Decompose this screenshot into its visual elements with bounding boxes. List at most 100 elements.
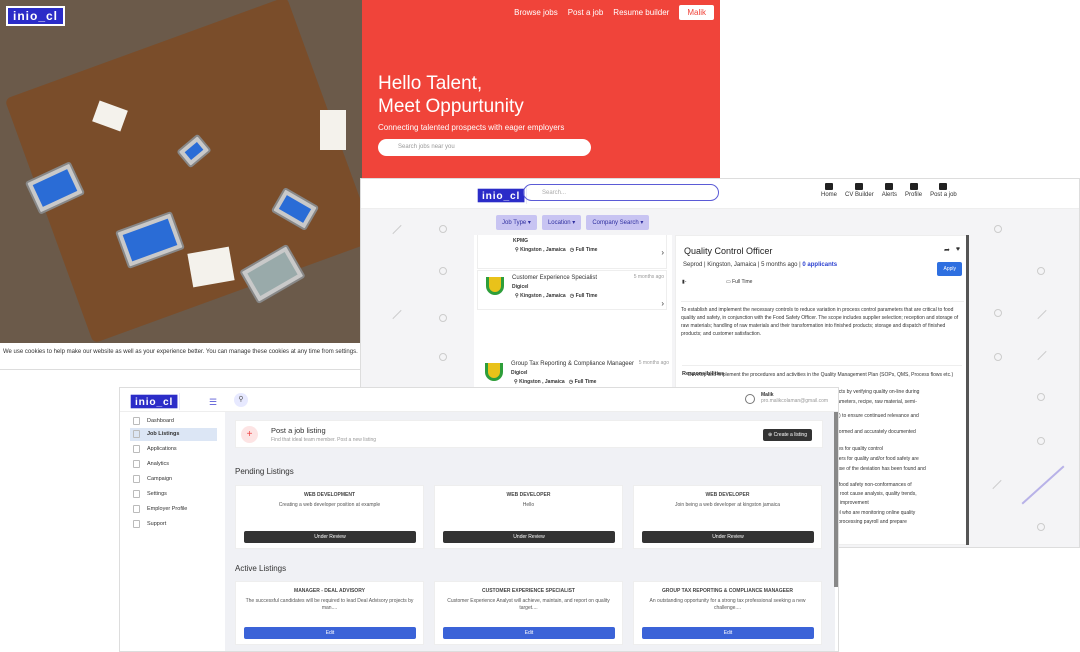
job-detail-meta: Seprod | Kingston, Jamaica | 5 months ag… [683,262,837,268]
sidebar-item-applications[interactable]: Applications [130,443,217,456]
job-meta: ⚲ Kingston , Jamaica ◷ Full Time [515,247,598,253]
applicants-link[interactable]: 0 applicants [802,262,837,268]
job-location: Kingston , Jamaica [520,247,566,253]
listing-card: WEB DEVELOPER Hello Under Review [434,485,623,549]
brand-logo[interactable]: inio_cl [476,187,527,204]
file-icon [133,445,140,453]
job-board-header: inio_cl Search... Home CV Builder Alerts… [361,179,1079,209]
sidebar-item-job-listings[interactable]: Job Listings [130,428,217,441]
resume-builder-link[interactable]: Resume builder [613,8,669,17]
brand-logo[interactable]: inio_cl [129,393,180,410]
search-icon[interactable]: ⚲ [234,393,248,407]
create-listing-button[interactable]: ⊕ Create a listing [763,429,812,441]
chevron-right-icon[interactable]: › [661,299,664,308]
employer-dashboard-window: inio_cl ☰ ⚲ Malik pro.malikcolaman@gmail… [119,387,839,652]
listing-card: MANAGER - DEAL ADVISORY The successful ca… [235,581,424,645]
nav-cv-builder[interactable]: CV Builder [845,183,874,198]
sidebar-item-settings[interactable]: Settings [130,488,217,501]
job-description: To establish and implement the necessary… [681,301,964,338]
edit-button[interactable]: Edit [642,627,814,639]
sidebar-item-dashboard[interactable]: Dashboard [130,415,217,428]
filter-label: Job Type [502,220,527,226]
document-icon [855,183,864,190]
job-company: Digicel [512,284,529,290]
sidebar-item-campaign[interactable]: Campaign [130,473,217,486]
nav-alerts[interactable]: Alerts [882,183,897,198]
job-card[interactable]: KPMG ⚲ Kingston , Jamaica ◷ Full Time › [477,235,667,269]
listing-title: MANAGER - DEAL ADVISORY [294,588,365,594]
user-button[interactable]: Malik [679,5,714,20]
chevron-right-icon[interactable]: › [661,248,664,257]
menu-icon[interactable]: ☰ [209,397,217,408]
sidebar-item-employer-profile[interactable]: Employer Profile [130,503,217,516]
filter-label: Location [547,220,571,226]
campaign-icon [133,475,140,483]
post-job-link[interactable]: Post a job [568,8,604,17]
job-search-input[interactable]: Search jobs near you [378,139,591,156]
edit-button[interactable]: Edit [244,627,416,639]
responsibility-item: rameters for quality and/or food safety … [826,456,919,462]
share-icon[interactable]: ➦ [944,246,950,254]
main-scrollbar[interactable] [834,412,838,587]
nav-post-job[interactable]: Post a job [930,183,957,198]
detail-scrollbar[interactable] [966,235,969,545]
plus-icon[interactable]: + [241,426,258,443]
heart-icon[interactable]: ♥ [956,246,960,254]
listing-card: GROUP TAX REPORTING & COMPLIANCE MANAGEE… [633,581,822,645]
job-title: Group Tax Reporting & Compliance Managee… [511,361,634,367]
nav-label: Alerts [881,192,898,198]
responsibility-item: sonnel who are monitoring online quality [826,510,916,516]
responsibility-item: es for improvement [826,500,869,506]
hero-banner: Browse jobs Post a job Resume builder Ma… [362,0,720,178]
responsibility-item: eets, processing payroll and prepare [826,519,907,525]
responsibility-item: products by verifying quality on-line du… [826,389,920,395]
post-listing-title: Post a job listing [271,426,326,435]
sidebar: Dashboard Job Listings Applications Anal… [120,412,225,651]
support-icon [133,520,140,528]
sidebar-item-support[interactable]: Support [130,518,217,531]
job-meta: ⚲ Kingston , Jamaica ◷ Full Time [515,293,598,299]
headline-line-2: Meet Oppurtunity [378,96,524,117]
dashboard-header: inio_cl ☰ ⚲ Malik pro.malikcolaman@gmail… [120,388,838,412]
company-search-filter[interactable]: Company Search ▾ [586,215,650,230]
edit-button[interactable]: Edit [443,627,615,639]
brand-logo[interactable]: inio_cl [6,6,66,26]
responsibility-item: nd/or food safety non-conformances of [826,482,912,488]
job-type: Full Time [575,247,598,253]
nav-profile[interactable]: Profile [905,183,922,198]
sidebar-item-label: Campaign [147,476,173,482]
under-review-button[interactable]: Under Review [443,531,615,543]
hero-subtitle: Connecting talented prospects with eager… [378,123,565,132]
post-listing-subtitle: Find that ideal team member. Post a new … [271,437,377,443]
job-actions: ➦ ♥ [944,246,960,254]
job-card[interactable]: Customer Experience Specialist 5 months … [477,270,667,310]
dashboard-main: + Post a job listing Find that ideal tea… [225,412,835,651]
hero-photo [0,0,362,343]
responsibility-item: e performed and accurately documented [826,429,916,435]
bell-icon [885,183,894,190]
company-logo [485,363,503,381]
post-listing-card: + Post a job listing Find that ideal tea… [235,420,823,448]
location-filter[interactable]: Location ▾ [541,215,582,230]
under-review-button[interactable]: Under Review [244,531,416,543]
salary-value: - [684,279,687,285]
nav-home[interactable]: Home [821,183,837,198]
sidebar-item-analytics[interactable]: Analytics [130,458,217,471]
listing-description: The successful candidates will be requir… [245,598,414,611]
job-type-filter[interactable]: Job Type ▾ [496,215,537,230]
id-card-icon [133,505,140,513]
avatar[interactable] [745,394,755,404]
browse-jobs-link[interactable]: Browse jobs [514,8,558,17]
under-review-button[interactable]: Under Review [642,531,814,543]
create-listing-label: Create a listing [773,432,807,438]
user-info: Malik pro.malikcolaman@gmail.com [761,392,828,404]
pending-listings-heading: Pending Listings [235,467,294,476]
apply-button[interactable]: Apply [937,262,962,276]
job-search-input[interactable]: Search... [523,184,719,201]
listing-title: CUSTOMER EXPERIENCE SPECIALIST [482,588,575,594]
home-icon [825,183,833,190]
listing-description: An outstanding opportunity for a strong … [649,598,806,611]
sidebar-item-label: Support [147,521,167,527]
job-card[interactable]: Group Tax Reporting & Compliance Managee… [474,357,672,389]
job-location: Kingston , Jamaica [520,293,566,299]
